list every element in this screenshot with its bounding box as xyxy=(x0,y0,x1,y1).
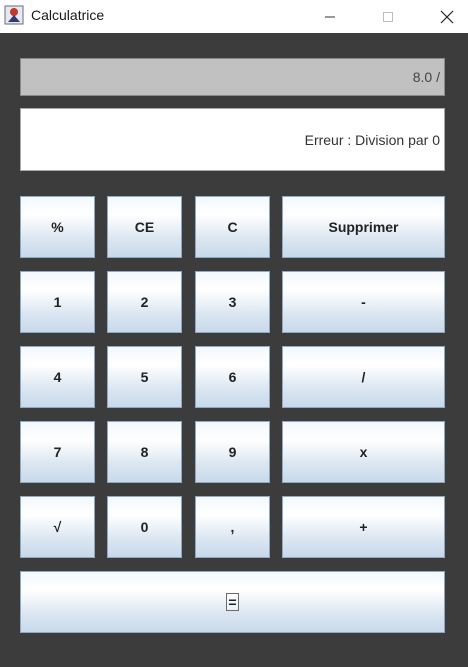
expression-display[interactable]: 8.0 / xyxy=(20,58,445,96)
digit-5-label: 5 xyxy=(140,369,149,385)
minimize-icon xyxy=(325,16,335,17)
clear-entry-button[interactable]: CE xyxy=(107,196,182,258)
close-icon xyxy=(440,10,454,23)
digit-3-label: 3 xyxy=(228,294,237,310)
minus-label: - xyxy=(361,294,366,310)
digit-0-button[interactable]: 0 xyxy=(107,496,182,558)
result-text: Erreur : Division par 0 xyxy=(304,131,440,148)
result-display[interactable]: Erreur : Division par 0 xyxy=(20,108,445,171)
digit-8-button[interactable]: 8 xyxy=(107,421,182,483)
percent-label: % xyxy=(51,219,64,235)
equals-label: = xyxy=(226,593,239,611)
digit-4-label: 4 xyxy=(53,369,62,385)
plus-label: + xyxy=(359,519,368,535)
delete-button[interactable]: Supprimer xyxy=(282,196,445,258)
java-app-icon xyxy=(4,5,24,25)
digit-1-label: 1 xyxy=(53,294,62,310)
minus-button[interactable]: - xyxy=(282,271,445,333)
expression-text: 8.0 / xyxy=(412,69,440,85)
digit-6-button[interactable]: 6 xyxy=(195,346,270,408)
title-bar: Calculatrice xyxy=(0,0,468,33)
clear-label: C xyxy=(227,219,238,235)
plus-button[interactable]: + xyxy=(282,496,445,558)
digit-2-button[interactable]: 2 xyxy=(107,271,182,333)
digit-6-label: 6 xyxy=(228,369,237,385)
clear-entry-label: CE xyxy=(134,219,155,235)
divide-label: / xyxy=(361,369,366,385)
delete-label: Supprimer xyxy=(328,219,399,235)
multiply-label: x xyxy=(359,444,368,460)
maximize-icon xyxy=(383,11,393,22)
equals-button[interactable]: = xyxy=(20,571,445,633)
minimize-button[interactable] xyxy=(307,0,353,33)
comma-button[interactable]: , xyxy=(195,496,270,558)
digit-4-button[interactable]: 4 xyxy=(20,346,95,408)
comma-label: , xyxy=(230,519,235,535)
percent-button[interactable]: % xyxy=(20,196,95,258)
close-button[interactable] xyxy=(424,0,468,33)
divide-button[interactable]: / xyxy=(282,346,445,408)
digit-2-label: 2 xyxy=(140,294,149,310)
square-root-label: √ xyxy=(53,519,62,535)
digit-9-button[interactable]: 9 xyxy=(195,421,270,483)
digit-0-label: 0 xyxy=(140,519,149,535)
digit-1-button[interactable]: 1 xyxy=(20,271,95,333)
digit-7-button[interactable]: 7 xyxy=(20,421,95,483)
digit-8-label: 8 xyxy=(140,444,149,460)
maximize-button[interactable] xyxy=(365,0,411,33)
digit-9-label: 9 xyxy=(228,444,237,460)
window-title: Calculatrice xyxy=(31,7,105,23)
digit-5-button[interactable]: 5 xyxy=(107,346,182,408)
clear-button[interactable]: C xyxy=(195,196,270,258)
multiply-button[interactable]: x xyxy=(282,421,445,483)
digit-7-label: 7 xyxy=(53,444,62,460)
square-root-button[interactable]: √ xyxy=(20,496,95,558)
digit-3-button[interactable]: 3 xyxy=(195,271,270,333)
